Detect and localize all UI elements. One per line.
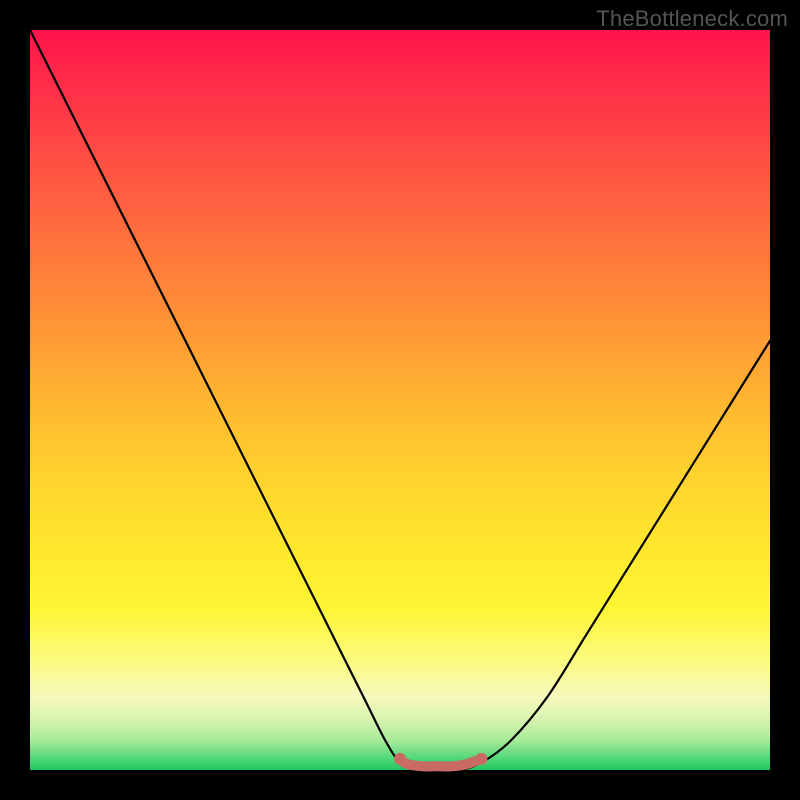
bottleneck-curve-path (30, 30, 770, 771)
chart-svg (30, 30, 770, 770)
plot-area (30, 30, 770, 770)
optimal-range-marker-end (475, 753, 487, 765)
chart-frame: TheBottleneck.com (0, 0, 800, 800)
optimal-range-marker-start (394, 753, 406, 765)
optimal-range-marker-path (400, 759, 481, 767)
watermark-text: TheBottleneck.com (596, 6, 788, 32)
